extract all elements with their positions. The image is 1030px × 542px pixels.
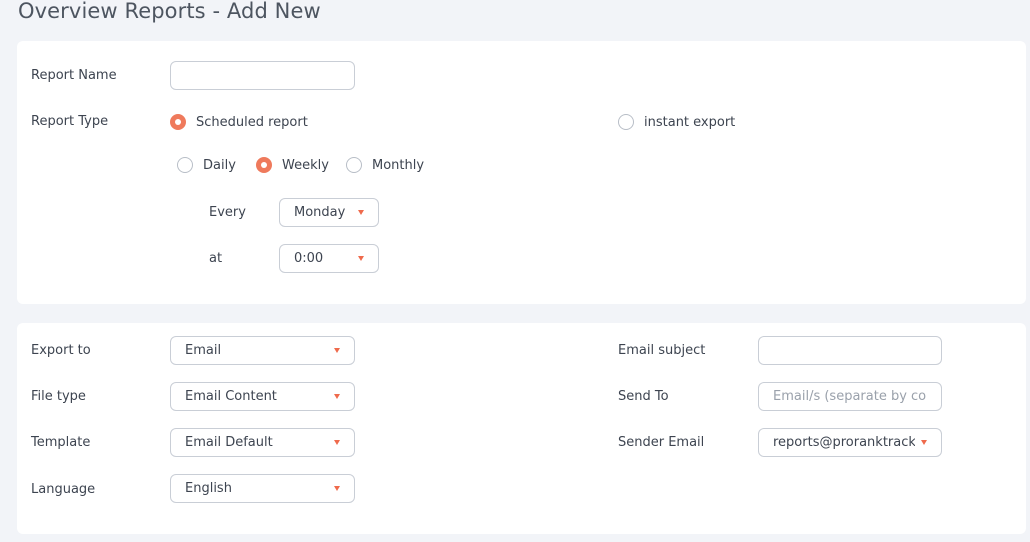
chevron-down-icon (334, 394, 340, 399)
radio-dot-selected (170, 114, 186, 130)
radio-label: Monthly (372, 157, 425, 173)
chevron-down-icon (358, 210, 364, 215)
select-value: English (185, 481, 232, 496)
radio-dot-selected (256, 157, 272, 173)
radio-monthly[interactable]: Monthly (346, 157, 424, 173)
file-type-select[interactable]: Email Content (170, 382, 355, 411)
report-name-label: Report Name (31, 68, 117, 83)
select-value: Email (185, 343, 222, 358)
select-value: Email Content (185, 389, 277, 404)
template-label: Template (31, 435, 91, 450)
radio-instant-export[interactable]: instant export (618, 114, 735, 130)
select-value: Monday (294, 205, 346, 220)
radio-label: Daily (203, 157, 236, 173)
select-value: 0:00 (294, 251, 324, 266)
report-name-input[interactable] (170, 61, 355, 90)
radio-dot (177, 157, 193, 173)
chevron-down-icon (358, 256, 364, 261)
every-day-select[interactable]: Monday (279, 198, 379, 227)
every-label: Every (209, 205, 246, 220)
select-value: Email Default (185, 435, 273, 450)
email-subject-label: Email subject (618, 343, 706, 358)
export-to-select[interactable]: Email (170, 336, 355, 365)
send-to-label: Send To (618, 389, 669, 404)
radio-daily[interactable]: Daily (177, 157, 236, 173)
export-settings-card: Export to Email File type Email Content … (17, 323, 1026, 534)
chevron-down-icon (334, 440, 340, 445)
send-to-input[interactable] (758, 382, 942, 411)
radio-label: Scheduled report (196, 114, 308, 130)
radio-scheduled-report[interactable]: Scheduled report (170, 114, 308, 130)
at-time-select[interactable]: 0:00 (279, 244, 379, 273)
report-settings-card: Report Name Report Type Scheduled report… (17, 41, 1026, 304)
chevron-down-icon (334, 348, 340, 353)
radio-label: instant export (644, 114, 736, 130)
file-type-label: File type (31, 389, 86, 404)
radio-dot (346, 157, 362, 173)
chevron-down-icon (334, 486, 340, 491)
sender-email-label: Sender Email (618, 435, 705, 450)
radio-label: Weekly (282, 157, 329, 173)
export-to-label: Export to (31, 343, 91, 358)
template-select[interactable]: Email Default (170, 428, 355, 457)
select-value: reports@proranktracker.com (773, 435, 915, 450)
report-type-label: Report Type (31, 114, 109, 129)
radio-weekly[interactable]: Weekly (256, 157, 329, 173)
at-label: at (209, 251, 223, 266)
language-select[interactable]: English (170, 474, 355, 503)
email-subject-input[interactable] (758, 336, 942, 365)
radio-dot (618, 114, 634, 130)
language-label: Language (31, 482, 96, 497)
page-title: Overview Reports - Add New (18, 0, 321, 23)
sender-email-select[interactable]: reports@proranktracker.com (758, 428, 942, 457)
chevron-down-icon (921, 440, 927, 445)
